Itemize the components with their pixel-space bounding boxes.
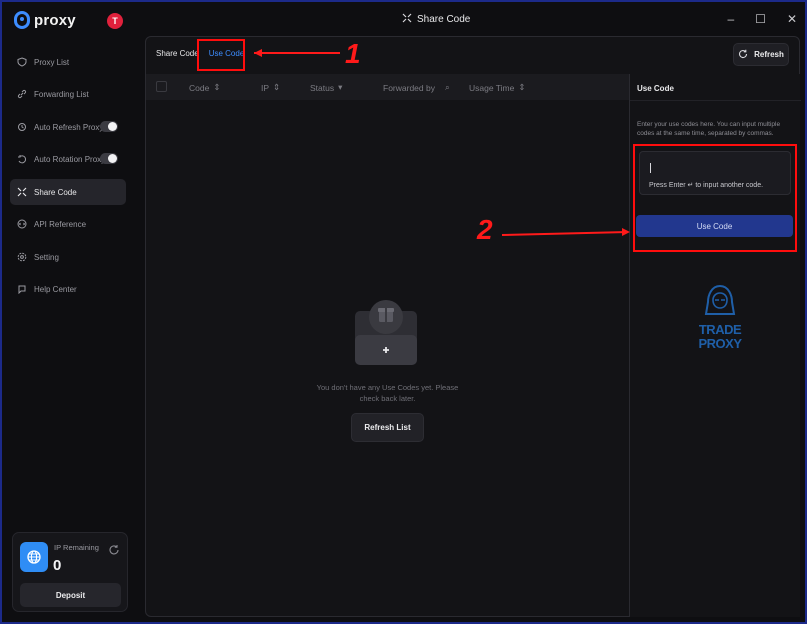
annotation-number-2: 2	[477, 214, 493, 245]
app-window: proxy T Share Code – ☐ ✕ Proxy List Forw…	[0, 0, 807, 624]
annotation-arrows	[254, 49, 630, 236]
annotation-number-1: 1	[345, 38, 361, 69]
